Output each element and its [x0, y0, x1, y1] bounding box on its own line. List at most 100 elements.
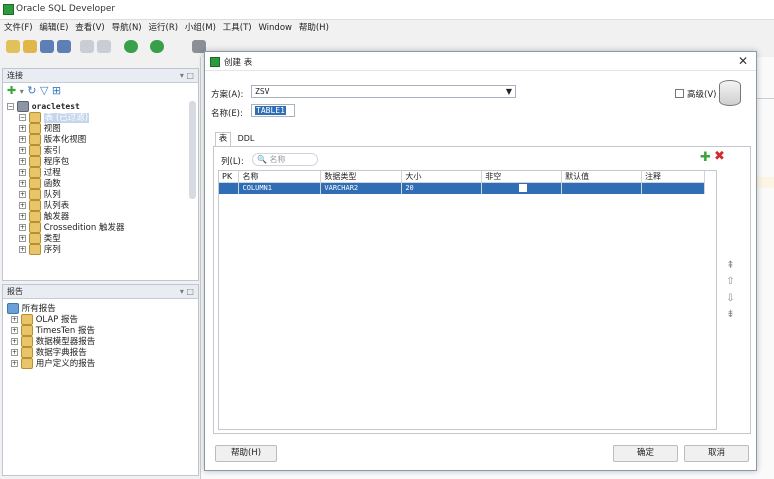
- table-name-input[interactable]: TABLE1: [251, 104, 295, 117]
- tree-node-editioning-views[interactable]: + 版本化视图: [7, 134, 198, 145]
- col-header-name[interactable]: 名称: [238, 171, 322, 183]
- filter-icon[interactable]: ▽: [40, 84, 48, 97]
- menu-tools[interactable]: 工具(T): [223, 21, 252, 36]
- cancel-button[interactable]: 取消: [684, 445, 749, 462]
- forward-icon[interactable]: [150, 40, 164, 53]
- move-bottom-icon[interactable]: ⇟: [725, 309, 736, 320]
- tree-node-functions[interactable]: + 函数: [7, 178, 198, 189]
- menu-team[interactable]: 小组(M): [185, 21, 216, 36]
- tree-node-sequences[interactable]: + 序列: [7, 244, 198, 255]
- expand-icon[interactable]: +: [19, 246, 26, 253]
- expand-icon[interactable]: +: [19, 180, 26, 187]
- cell-datatype[interactable]: VARCHAR2: [320, 182, 403, 194]
- collapse-icon[interactable]: −: [7, 103, 14, 110]
- expand-icon[interactable]: +: [19, 158, 26, 165]
- move-down-icon[interactable]: ⇩: [725, 293, 736, 304]
- col-header-comment[interactable]: 注释: [641, 171, 705, 183]
- move-top-icon[interactable]: ⇞: [725, 260, 736, 271]
- tab-ddl[interactable]: DDL: [235, 132, 257, 146]
- folder-icon: [21, 347, 33, 358]
- col-header-datatype[interactable]: 数据类型: [320, 171, 403, 183]
- delete-column-icon[interactable]: ✖: [714, 149, 725, 164]
- col-header-pk[interactable]: PK: [219, 171, 240, 183]
- expand-icon[interactable]: +: [19, 136, 26, 143]
- col-header-not-null[interactable]: 非空: [481, 171, 563, 183]
- schema-select[interactable]: ZSV ▼: [251, 85, 516, 98]
- add-column-icon[interactable]: ✚: [700, 150, 711, 165]
- column-search-input[interactable]: 🔍 名称: [252, 153, 318, 166]
- col-header-size[interactable]: 大小: [401, 171, 483, 183]
- expand-icon[interactable]: +: [19, 213, 26, 220]
- cell-pk[interactable]: [219, 182, 240, 194]
- save-icon[interactable]: [40, 40, 54, 53]
- expand-icon[interactable]: +: [19, 169, 26, 176]
- tree-node-queues[interactable]: + 队列: [7, 189, 198, 200]
- editor-highlight-line: [757, 177, 774, 188]
- refresh-icon[interactable]: ↻: [27, 84, 36, 97]
- menu-file[interactable]: 文件(F): [4, 21, 33, 36]
- undo-icon[interactable]: [80, 40, 94, 53]
- redo-icon[interactable]: [97, 40, 111, 53]
- expand-icon[interactable]: +: [11, 349, 18, 356]
- collapse-icon[interactable]: −: [19, 114, 26, 121]
- tree-node-data-dictionary-reports[interactable]: + 数据字典报告: [7, 347, 198, 358]
- col-header-default[interactable]: 默认值: [561, 171, 643, 183]
- expand-icon[interactable]: +: [19, 147, 26, 154]
- advanced-checkbox[interactable]: [675, 89, 684, 98]
- cell-name[interactable]: COLUMN1: [238, 182, 322, 194]
- menu-help[interactable]: 帮助(H): [299, 21, 329, 36]
- menu-view[interactable]: 查看(V): [75, 21, 104, 36]
- expand-icon[interactable]: +: [11, 327, 18, 334]
- cell-comment[interactable]: [641, 182, 705, 194]
- tree-node-data-modeler-reports[interactable]: + 数据模型器报告: [7, 336, 198, 347]
- tree-node-all-reports[interactable]: 所有报告: [7, 303, 198, 314]
- tree-scrollbar[interactable]: [189, 101, 196, 199]
- cell-default[interactable]: [561, 182, 643, 194]
- menu-run[interactable]: 运行(R): [149, 21, 179, 36]
- dropdown-icon[interactable]: ▾: [20, 87, 24, 96]
- ok-button[interactable]: 确定: [613, 445, 678, 462]
- menu-edit[interactable]: 编辑(E): [39, 21, 68, 36]
- tree-node-tables[interactable]: − 表 (已过滤): [7, 112, 198, 123]
- tree-node-user-defined-reports[interactable]: + 用户定义的报告: [7, 358, 198, 369]
- reports-tree: 所有报告 + OLAP 报告 + TimesTen 报告 + 数据模型器报告 +…: [3, 303, 198, 369]
- panel-controls-icon[interactable]: ▾ □: [180, 69, 194, 82]
- tree-node-queue-tables[interactable]: + 队列表: [7, 200, 198, 211]
- tree-node-connection[interactable]: − oracletest: [7, 101, 198, 112]
- expand-icon[interactable]: +: [19, 125, 26, 132]
- tree-node-crossedition-triggers[interactable]: + Crossedition 触发器: [7, 222, 198, 233]
- tree-node-timesten-reports[interactable]: + TimesTen 报告: [7, 325, 198, 336]
- menu-window[interactable]: Window: [258, 21, 292, 36]
- tab-table[interactable]: 表: [215, 132, 231, 146]
- schema-browser-icon[interactable]: ⊞: [52, 84, 61, 97]
- close-icon[interactable]: ✕: [738, 54, 748, 68]
- folder-icon: [29, 123, 41, 134]
- tree-node-procedures[interactable]: + 过程: [7, 167, 198, 178]
- expand-icon[interactable]: +: [19, 235, 26, 242]
- back-icon[interactable]: [124, 40, 138, 53]
- cell-size[interactable]: 20: [401, 182, 483, 194]
- not-null-checkbox[interactable]: [519, 184, 528, 193]
- table-row[interactable]: COLUMN1 VARCHAR2 20: [219, 182, 705, 194]
- tree-node-packages[interactable]: + 程序包: [7, 156, 198, 167]
- tree-node-olap-reports[interactable]: + OLAP 报告: [7, 314, 198, 325]
- tree-node-triggers[interactable]: + 触发器: [7, 211, 198, 222]
- expand-icon[interactable]: +: [19, 224, 26, 231]
- add-connection-icon[interactable]: ✚: [7, 84, 16, 97]
- save-all-icon[interactable]: [57, 40, 71, 53]
- panel-controls-icon[interactable]: ▾ □: [180, 285, 194, 298]
- expand-icon[interactable]: +: [11, 360, 18, 367]
- move-up-icon[interactable]: ⇧: [725, 276, 736, 287]
- expand-icon[interactable]: +: [11, 316, 18, 323]
- new-icon[interactable]: [6, 40, 20, 53]
- tree-node-indexes[interactable]: + 索引: [7, 145, 198, 156]
- help-button[interactable]: 帮助(H): [215, 445, 277, 462]
- expand-icon[interactable]: +: [19, 202, 26, 209]
- tree-node-types[interactable]: + 类型: [7, 233, 198, 244]
- open-icon[interactable]: [23, 40, 37, 53]
- tree-node-views[interactable]: + 视图: [7, 123, 198, 134]
- expand-icon[interactable]: +: [11, 338, 18, 345]
- menu-navigate[interactable]: 导航(N): [112, 21, 142, 36]
- cell-not-null[interactable]: [481, 182, 563, 194]
- expand-icon[interactable]: +: [19, 191, 26, 198]
